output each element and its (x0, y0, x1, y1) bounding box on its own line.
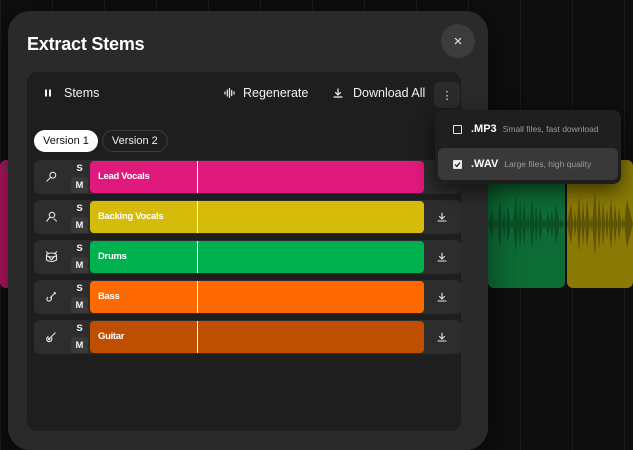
solo-button[interactable]: S (71, 320, 88, 336)
stem-name: Bass (98, 291, 120, 302)
extract-stems-modal: Extract Stems × Stems Regenerate Downloa… (8, 11, 488, 450)
guitar-icon (34, 320, 68, 354)
solo-button[interactable]: S (71, 240, 88, 256)
playhead[interactable] (197, 321, 198, 353)
playhead[interactable] (197, 161, 198, 193)
more-options-button[interactable]: ⋮ (434, 82, 460, 108)
playhead[interactable] (197, 241, 198, 273)
modal-title: Extract Stems (27, 34, 145, 54)
close-button[interactable]: × (441, 24, 475, 58)
regenerate-label: Regenerate (243, 86, 309, 100)
stem-track-backing-vocals: S M Backing Vocals (34, 200, 461, 234)
download-icon (437, 212, 447, 222)
mute-button[interactable]: M (71, 177, 88, 193)
stems-panel: Stems Regenerate Download All ⋮ Version … (27, 72, 461, 431)
waveform-icon (224, 88, 235, 98)
play-pause-button[interactable]: Stems (44, 86, 99, 100)
mute-button[interactable]: M (71, 297, 88, 313)
stem-track-drums: S M Drums (34, 240, 461, 274)
tab-version-1[interactable]: Version 1 (34, 130, 98, 152)
solo-button[interactable]: S (71, 280, 88, 296)
regenerate-button[interactable]: Regenerate (224, 86, 308, 100)
stems-label: Stems (64, 86, 100, 100)
solo-button[interactable]: S (71, 200, 88, 216)
stem-waveform[interactable]: Backing Vocals (90, 201, 424, 233)
format-description: Small files, fast download (502, 124, 599, 134)
more-vertical-icon: ⋮ (441, 89, 453, 102)
version-tabs: Version 1 Version 2 (34, 130, 168, 152)
stem-name: Backing Vocals (98, 211, 164, 222)
mute-button[interactable]: M (71, 337, 88, 353)
stem-name: Drums (98, 251, 127, 262)
download-icon (437, 332, 447, 342)
download-all-label: Download All (353, 86, 426, 100)
microphone-icon (34, 160, 68, 194)
stem-track-bass: S M Bass (34, 280, 461, 314)
bass-guitar-icon (34, 280, 68, 314)
download-stem-button[interactable] (434, 209, 450, 225)
playhead[interactable] (197, 201, 198, 233)
stem-waveform[interactable]: Guitar (90, 321, 424, 353)
stem-waveform[interactable]: Bass (90, 281, 424, 313)
close-icon: × (453, 32, 463, 50)
playhead[interactable] (197, 281, 198, 313)
download-icon (437, 252, 447, 262)
download-stem-button[interactable] (434, 329, 450, 345)
download-stem-button[interactable] (434, 249, 450, 265)
stems-toolbar: Stems Regenerate Download All ⋮ (27, 72, 461, 118)
mute-button[interactable]: M (71, 217, 88, 233)
download-icon (437, 292, 447, 302)
download-all-button[interactable]: Download All (333, 86, 425, 100)
microphone-group-icon (34, 200, 68, 234)
download-icon (333, 88, 343, 98)
stem-waveform[interactable]: Lead Vocals (90, 161, 424, 193)
stem-track-lead-vocals: S M Lead Vocals (34, 160, 461, 194)
format-option-wav[interactable]: .WAV Large files, high quality (438, 148, 618, 180)
mute-button[interactable]: M (71, 257, 88, 273)
stem-waveform[interactable]: Drums (90, 241, 424, 273)
drum-icon (34, 240, 68, 274)
format-name: .WAV (471, 158, 499, 170)
checkbox-checked-icon[interactable] (453, 159, 462, 169)
stem-track-guitar: S M Guitar (34, 320, 461, 354)
download-stem-button[interactable] (434, 289, 450, 305)
pause-icon (44, 89, 52, 97)
download-format-menu: .MP3 Small files, fast download .WAV Lar… (435, 110, 621, 184)
solo-button[interactable]: S (71, 160, 88, 176)
stem-name: Lead Vocals (98, 171, 150, 182)
stem-name: Guitar (98, 331, 125, 342)
format-name: .MP3 (471, 123, 497, 135)
format-description: Large files, high quality (504, 159, 592, 169)
format-option-mp3[interactable]: .MP3 Small files, fast download (438, 113, 618, 145)
tab-version-2[interactable]: Version 2 (101, 130, 168, 152)
checkbox-unchecked-icon[interactable] (453, 124, 462, 134)
